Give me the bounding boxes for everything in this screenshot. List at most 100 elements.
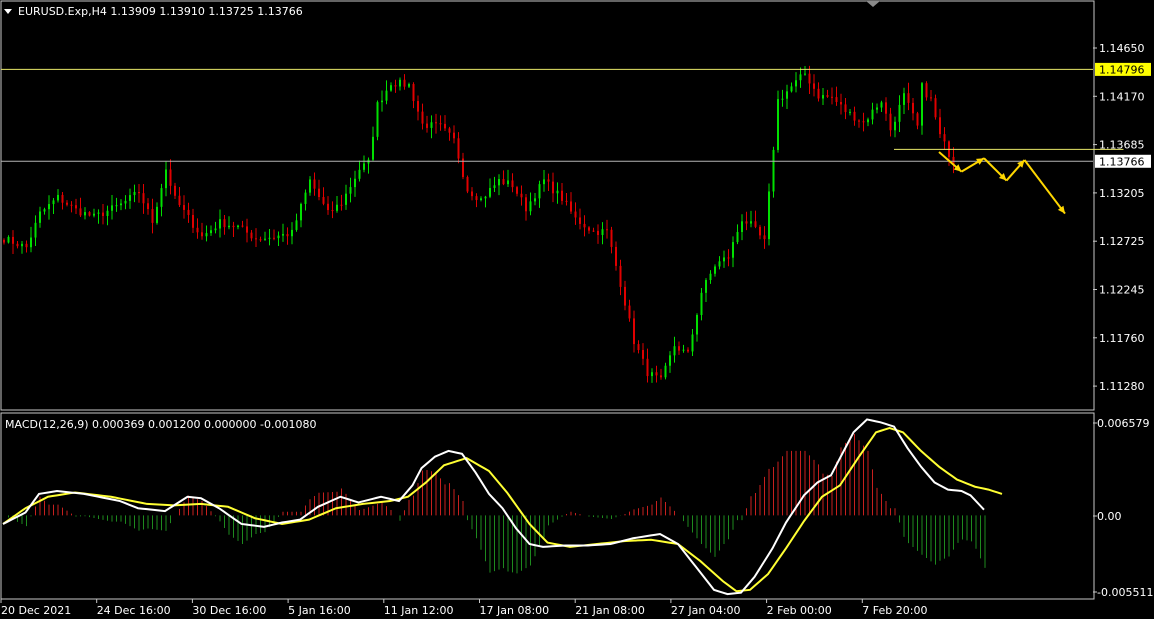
candle-body[interactable] [574,211,577,218]
candle-body[interactable] [79,208,82,216]
candle-body[interactable] [156,206,158,223]
candle-body[interactable] [372,136,374,160]
candle-body[interactable] [219,219,221,229]
candle-body[interactable] [165,169,167,189]
candle-body[interactable] [741,221,743,233]
candle-body[interactable] [943,134,946,142]
candle-body[interactable] [817,88,820,99]
candle-body[interactable] [939,117,941,135]
candle-body[interactable] [615,246,617,266]
candle-body[interactable] [727,257,730,259]
candle-body[interactable] [768,191,770,240]
candle-body[interactable] [867,119,869,123]
candle-body[interactable] [808,73,811,84]
candle-body[interactable] [547,179,550,182]
candle-body[interactable] [309,179,311,193]
candle-body[interactable] [831,96,833,98]
candle-body[interactable] [759,226,761,236]
candle-body[interactable] [840,101,842,105]
candle-body[interactable] [102,212,104,216]
candle-body[interactable] [871,109,874,120]
candle-body[interactable] [682,349,685,351]
candle-body[interactable] [75,205,77,209]
candle-body[interactable] [295,220,298,230]
candle-body[interactable] [376,102,379,137]
candle-body[interactable] [430,122,433,128]
candle-body[interactable] [201,232,203,237]
candle-body[interactable] [628,305,631,319]
candle-body[interactable] [291,229,293,237]
candle-body[interactable] [169,169,172,186]
candle-body[interactable] [412,84,415,102]
candle-body[interactable] [912,102,914,114]
candle-body[interactable] [205,233,208,237]
candle-body[interactable] [250,232,253,239]
candle-body[interactable] [52,200,55,205]
candle-body[interactable] [3,239,5,243]
candle-body[interactable] [421,111,424,124]
candle-body[interactable] [925,83,928,98]
candle-body[interactable] [507,180,509,185]
candle-body[interactable] [543,179,545,185]
candle-body[interactable] [511,180,514,188]
candle-body[interactable] [498,179,500,186]
candle-body[interactable] [849,111,851,113]
candle-body[interactable] [160,188,163,207]
candle-body[interactable] [435,122,437,124]
candle-body[interactable] [39,211,41,223]
candle-body[interactable] [237,225,239,228]
candle-body[interactable] [646,358,649,377]
candle-body[interactable] [192,214,194,228]
candle-body[interactable] [381,100,383,103]
candle-body[interactable] [408,84,410,87]
candle-body[interactable] [660,375,662,378]
candle-body[interactable] [106,210,109,216]
candle-body[interactable] [718,261,721,267]
candle-body[interactable] [111,205,113,211]
candle-body[interactable] [489,187,491,197]
candle-body[interactable] [133,191,136,196]
candle-body[interactable] [61,194,64,203]
candle-body[interactable] [268,237,271,239]
candle-body[interactable] [502,179,505,185]
candle-body[interactable] [763,235,766,240]
candle-body[interactable] [426,123,428,128]
candle-body[interactable] [318,188,320,198]
candle-body[interactable] [903,93,905,105]
candle-body[interactable] [534,198,536,202]
candle-body[interactable] [930,97,932,99]
candle-body[interactable] [889,113,892,131]
candle-body[interactable] [214,228,217,231]
candle-body[interactable] [322,197,325,204]
candle-body[interactable] [255,238,257,240]
candle-body[interactable] [790,86,793,92]
candle-body[interactable] [12,236,14,244]
candle-body[interactable] [453,132,455,139]
candle-body[interactable] [714,266,716,274]
candle-body[interactable] [813,83,815,89]
candle-body[interactable] [34,222,37,238]
candle-body[interactable] [876,107,878,110]
candle-body[interactable] [349,187,352,194]
candle-body[interactable] [723,257,725,262]
candle-body[interactable] [358,169,361,179]
candle-body[interactable] [403,79,406,87]
candle-body[interactable] [705,280,707,293]
candle-body[interactable] [826,95,829,97]
candle-body[interactable] [633,318,635,345]
candle-body[interactable] [444,123,446,129]
candle-body[interactable] [340,204,343,206]
candle-body[interactable] [579,217,581,224]
candle-body[interactable] [637,344,640,351]
candle-body[interactable] [898,104,901,122]
candle-body[interactable] [687,349,689,352]
candle-body[interactable] [853,111,856,121]
candle-body[interactable] [259,239,262,241]
candle-body[interactable] [120,203,122,206]
candle-body[interactable] [934,98,937,118]
candle-body[interactable] [484,196,487,199]
candle-body[interactable] [84,212,86,216]
candle-body[interactable] [16,243,19,247]
candle-body[interactable] [777,99,779,150]
candle-body[interactable] [354,178,356,188]
